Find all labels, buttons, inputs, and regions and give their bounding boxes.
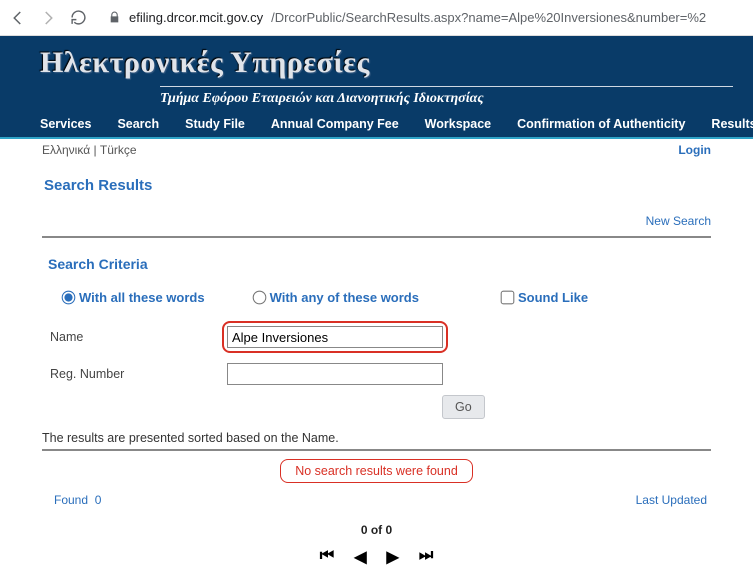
reg-number-label: Reg. Number — [50, 367, 222, 381]
site-header: Ηλεκτρονικές Υπηρεσίες Τμήμα Εφόρου Εται… — [0, 36, 753, 111]
check-sound-like-label: Sound Like — [518, 290, 588, 305]
sort-note: The results are presented sorted based o… — [42, 425, 711, 451]
login-link[interactable]: Login — [678, 143, 711, 157]
found-count: Found 0 — [54, 493, 101, 507]
pager-next-icon[interactable]: ▶ — [387, 547, 399, 567]
go-button[interactable]: Go — [442, 395, 485, 419]
menu-study-file[interactable]: Study File — [185, 117, 245, 131]
menu-workspace[interactable]: Workspace — [425, 117, 491, 131]
menu-authenticity[interactable]: Confirmation of Authenticity — [517, 117, 685, 131]
radio-all-words-label: With all these words — [79, 290, 205, 305]
search-mode-options: With all these words With any of these w… — [42, 290, 711, 305]
browser-toolbar: efiling.drcor.mcit.gov.cy/DrcorPublic/Se… — [0, 0, 753, 36]
url-path: /DrcorPublic/SearchResults.aspx?name=Alp… — [271, 10, 706, 25]
site-subtitle: Τμήμα Εφόρου Εταιρειών και Διανοητικής Ι… — [160, 91, 733, 107]
name-label: Name — [50, 330, 222, 344]
content-area: Search Results New Search Search Criteri… — [0, 157, 753, 567]
reg-number-input[interactable] — [227, 363, 443, 385]
forward-icon — [38, 8, 58, 28]
language-bar: Ελληνικά | Türkçe Login — [0, 139, 753, 157]
back-icon[interactable] — [8, 8, 28, 28]
radio-any-words-label: With any of these words — [270, 290, 419, 305]
name-input[interactable] — [227, 326, 443, 348]
reload-icon[interactable] — [68, 8, 88, 28]
menu-services[interactable]: Services — [40, 117, 91, 131]
pager-first-icon[interactable]: ⏮ — [320, 547, 334, 567]
name-row: Name — [42, 321, 711, 353]
pager-last-icon[interactable]: ⏭ — [419, 547, 433, 567]
reg-number-row: Reg. Number — [42, 363, 711, 385]
address-bar[interactable]: efiling.drcor.mcit.gov.cy/DrcorPublic/Se… — [98, 4, 745, 32]
search-criteria-heading: Search Criteria — [48, 256, 711, 272]
pager-text: 0 of 0 — [42, 523, 711, 537]
url-host: efiling.drcor.mcit.gov.cy — [129, 10, 263, 25]
results-summary: Found 0 Last Updated — [42, 485, 711, 511]
radio-all-words-input[interactable] — [62, 291, 76, 305]
menu-search[interactable]: Search — [117, 117, 159, 131]
main-menu: Services Search Study File Annual Compan… — [0, 111, 753, 139]
radio-any-words-input[interactable] — [252, 291, 266, 305]
pager-prev-icon[interactable]: ◀ — [354, 547, 366, 567]
menu-annual-fee[interactable]: Annual Company Fee — [271, 117, 399, 131]
menu-name-exam[interactable]: Results of Name Exa — [711, 117, 753, 131]
page-title: Search Results — [44, 177, 711, 194]
radio-all-words[interactable]: With all these words — [62, 290, 205, 305]
site-title: Ηλεκτρονικές Υπηρεσίες — [40, 46, 733, 80]
language-links[interactable]: Ελληνικά | Türkçe — [42, 143, 137, 157]
radio-any-words[interactable]: With any of these words — [253, 290, 419, 305]
check-sound-like-input[interactable] — [501, 291, 515, 305]
check-sound-like[interactable]: Sound Like — [501, 290, 588, 305]
no-results-message: No search results were found — [280, 459, 473, 483]
pager: 0 of 0 ⏮ ◀ ▶ ⏭ — [42, 523, 711, 567]
new-search-link[interactable]: New Search — [646, 214, 711, 228]
last-updated-link[interactable]: Last Updated — [636, 493, 707, 507]
name-input-highlight — [222, 321, 448, 353]
lock-icon — [108, 11, 121, 24]
